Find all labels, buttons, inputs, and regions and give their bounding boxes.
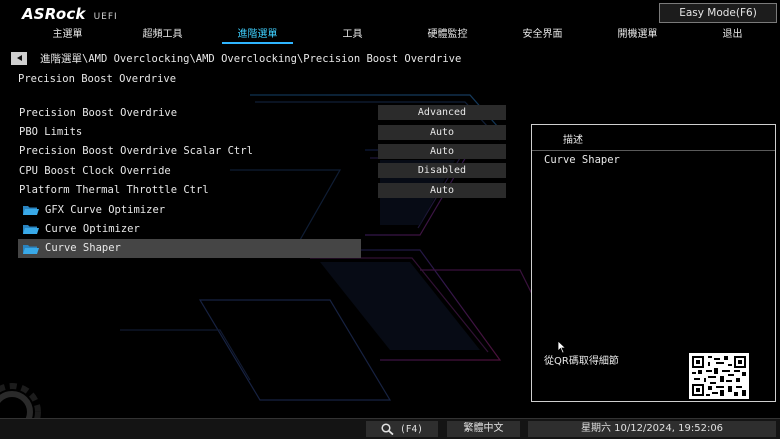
setting-label: PBO Limits: [19, 126, 83, 139]
back-arrow-icon: [16, 55, 22, 61]
qr-label: 從QR碼取得細節: [544, 356, 619, 367]
folder-icon: [23, 225, 39, 235]
breadcrumb-bar: 進階選單\AMD Overclocking\AMD Overclocking\P…: [0, 50, 461, 66]
mouse-cursor-icon: [557, 340, 567, 354]
folder-curve-optimizer[interactable]: Curve Optimizer: [0, 219, 520, 238]
back-button[interactable]: [11, 51, 27, 65]
tab-tool[interactable]: 工具: [305, 27, 400, 44]
datetime-display: 星期六 10/12/2024, 19:52:06: [528, 421, 776, 437]
folder-icon: [23, 205, 39, 215]
setting-value-dropdown[interactable]: Auto: [378, 182, 506, 198]
folder-icon: [23, 244, 39, 254]
setting-row-precision-boost-overdrive[interactable]: Precision Boost Overdrive Advanced: [0, 103, 520, 122]
description-panel: 描述 Curve Shaper 從QR碼取得細節: [531, 124, 776, 402]
setting-row-platform-thermal-throttle[interactable]: Platform Thermal Throttle Ctrl Auto: [0, 181, 520, 200]
brand-name: ASRock: [22, 5, 86, 23]
settings-list: Precision Boost Overdrive Advanced PBO L…: [0, 103, 520, 258]
search-icon: [381, 423, 394, 435]
tab-security[interactable]: 安全界面: [495, 27, 590, 44]
tab-hw-monitor[interactable]: 硬體監控: [400, 27, 495, 44]
tab-advanced[interactable]: 進階選單: [210, 27, 305, 44]
asrock-logo: ASRock UEFI: [22, 5, 118, 23]
folder-label: GFX Curve Optimizer: [45, 203, 166, 216]
setting-row-cpu-boost-clock-override[interactable]: CPU Boost Clock Override Disabled: [0, 161, 520, 180]
tab-exit[interactable]: 退出: [685, 27, 780, 44]
qr-code: [689, 353, 749, 399]
setting-label: Platform Thermal Throttle Ctrl: [19, 184, 209, 197]
tab-boot[interactable]: 開機選單: [590, 27, 685, 44]
setting-row-pbo-limits[interactable]: PBO Limits Auto: [0, 122, 520, 141]
easy-mode-button[interactable]: Easy Mode(F6): [659, 3, 777, 23]
description-title: 描述: [563, 135, 583, 146]
setting-label: Precision Boost Overdrive: [19, 106, 178, 119]
setting-value-dropdown[interactable]: Auto: [378, 124, 506, 140]
search-button[interactable]: (F4): [366, 421, 438, 437]
setting-row-pbo-scalar-ctrl[interactable]: Precision Boost Overdrive Scalar Ctrl Au…: [0, 142, 520, 161]
setting-value-dropdown[interactable]: Disabled: [378, 163, 506, 179]
main-menu: 主選單 超頻工具 進階選單 工具 硬體監控 安全界面 開機選單 退出: [0, 27, 780, 44]
folder-curve-shaper[interactable]: Curve Shaper: [0, 238, 520, 258]
language-button[interactable]: 繁體中文: [447, 421, 520, 437]
uefi-label: UEFI: [93, 12, 118, 22]
search-shortcut: (F4): [400, 423, 423, 435]
setting-label: CPU Boost Clock Override: [19, 164, 171, 177]
page-title: Precision Boost Overdrive: [18, 73, 177, 85]
status-bar: (F4) 繁體中文 星期六 10/12/2024, 19:52:06: [0, 418, 780, 439]
folder-gfx-curve-optimizer[interactable]: GFX Curve Optimizer: [0, 200, 520, 219]
folder-label: Curve Shaper: [45, 242, 121, 255]
description-text: Curve Shaper: [544, 154, 620, 166]
folder-label: Curve Optimizer: [45, 223, 140, 236]
description-header: 描述: [532, 125, 775, 151]
setting-value-dropdown[interactable]: Advanced: [378, 105, 506, 121]
tab-oc-tweaker[interactable]: 超頻工具: [115, 27, 210, 44]
breadcrumb: 進階選單\AMD Overclocking\AMD Overclocking\P…: [40, 52, 462, 65]
setting-value-dropdown[interactable]: Auto: [378, 143, 506, 159]
setting-label: Precision Boost Overdrive Scalar Ctrl: [19, 145, 253, 158]
tab-main[interactable]: 主選單: [20, 27, 115, 44]
